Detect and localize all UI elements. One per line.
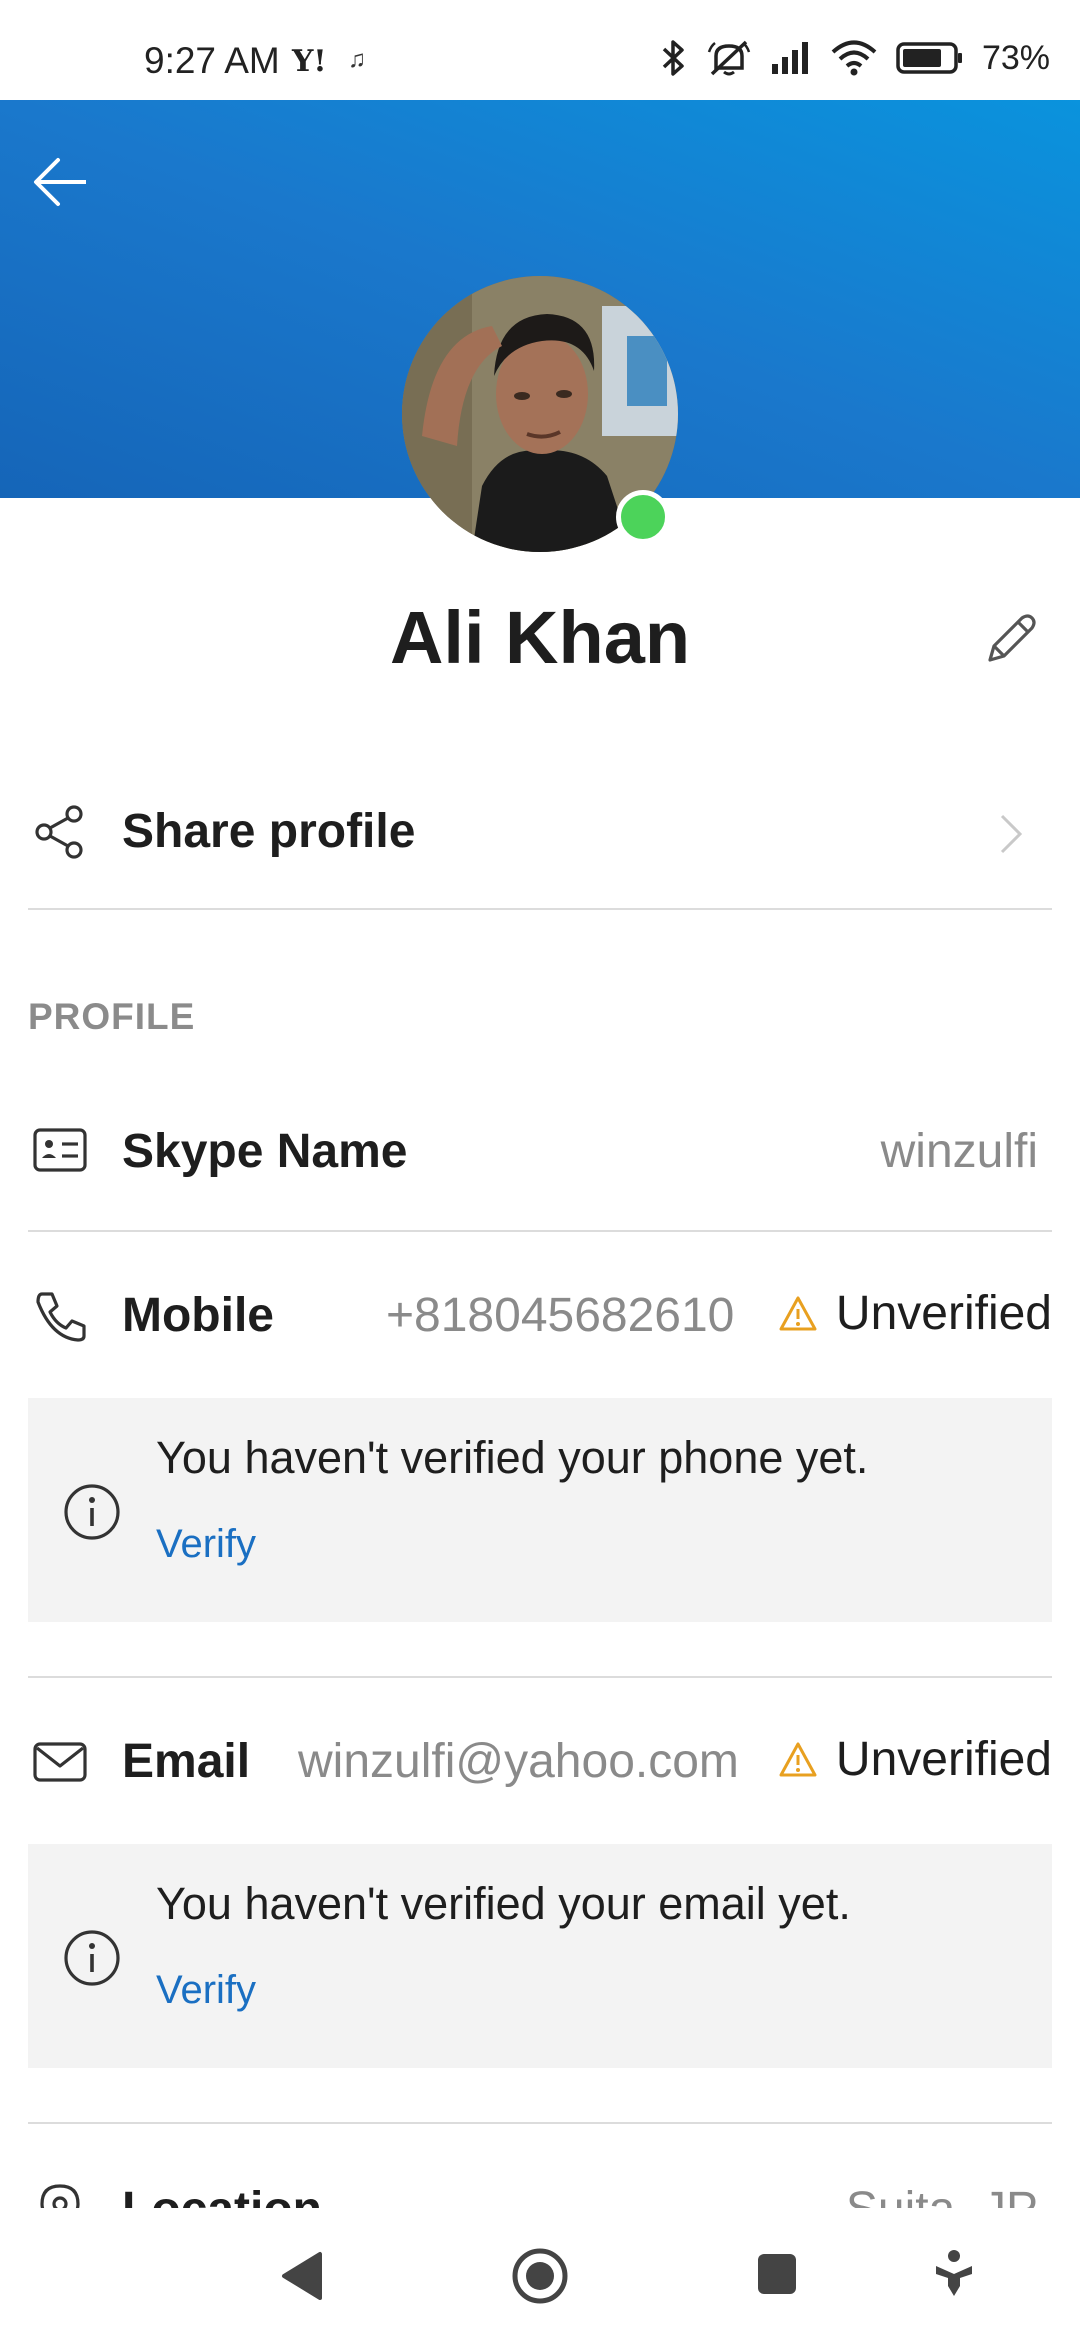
location-pin-icon [40,2184,80,2208]
presence-indicator [616,490,670,544]
divider [28,2122,1052,2124]
back-triangle-icon[interactable] [278,2250,326,2302]
email-notice-text: You haven't verified your email yet. [156,1878,851,1929]
share-profile-row[interactable]: Share profile [0,786,1080,876]
email-label: Email [122,1735,251,1788]
skype-name-label: Skype Name [122,1125,408,1178]
profile-name: Ali Khan [389,596,691,679]
location-value: Suita, JP [846,2182,1038,2208]
divider [28,908,1052,910]
battery-icon [896,42,962,74]
status-icons: 73% [660,38,1050,78]
mobile-value: +818045682610 [386,1289,735,1342]
wifi-icon [831,40,877,76]
verify-phone-link[interactable]: Verify [156,1522,256,1567]
section-title: PROFILE [28,996,196,1037]
info-icon [64,1930,120,1986]
divider [28,1230,1052,1232]
status-bar: 9:27 AM Y! ♫ 73% [0,0,1080,100]
status-time: 9:27 AM [144,40,280,81]
location-row[interactable]: Location Suita, JP [0,2162,1080,2208]
arrow-left-icon[interactable] [30,150,94,214]
chevron-right-icon [1000,814,1023,854]
recents-square-icon[interactable] [756,2252,798,2296]
music-note-icon: ♫ [348,46,366,73]
mail-icon [33,1742,87,1782]
warning-icon [779,1742,817,1776]
email-row[interactable]: Email winzulfi@yahoo.com Unverified [0,1716,1080,1806]
accessibility-icon[interactable] [932,2248,976,2304]
share-icon [35,805,83,859]
email-value: winzulfi@yahoo.com [298,1735,739,1788]
warning-icon [779,1296,817,1330]
signal-icon [771,42,808,74]
mute-icon [707,40,751,76]
phone-icon [36,1292,86,1342]
share-profile-label: Share profile [122,805,416,858]
verify-email-link[interactable]: Verify [156,1968,256,2013]
mobile-label: Mobile [122,1289,274,1342]
location-label: Location [122,2182,322,2208]
battery-percent: 73% [981,38,1050,77]
skype-name-value: winzulfi [880,1125,1038,1178]
pencil-icon[interactable] [978,608,1042,672]
home-circle-icon[interactable] [510,2246,570,2306]
mobile-row[interactable]: Mobile +818045682610 Unverified [0,1270,1080,1360]
id-card-icon [33,1128,87,1172]
yahoo-notification-icon: Y! [292,44,327,79]
phone-notice-text: You haven't verified your phone yet. [156,1432,869,1483]
email-verification-status: Unverified [778,1732,1052,1787]
divider [28,1676,1052,1678]
mobile-verification-status: Unverified [778,1286,1052,1341]
info-icon [64,1484,120,1540]
email-status-text: Unverified [835,1733,1052,1786]
bluetooth-icon [662,40,684,76]
mobile-status-text: Unverified [835,1287,1052,1340]
system-nav-bar [0,2208,1080,2340]
skype-name-row[interactable]: Skype Name winzulfi [0,1106,1080,1196]
